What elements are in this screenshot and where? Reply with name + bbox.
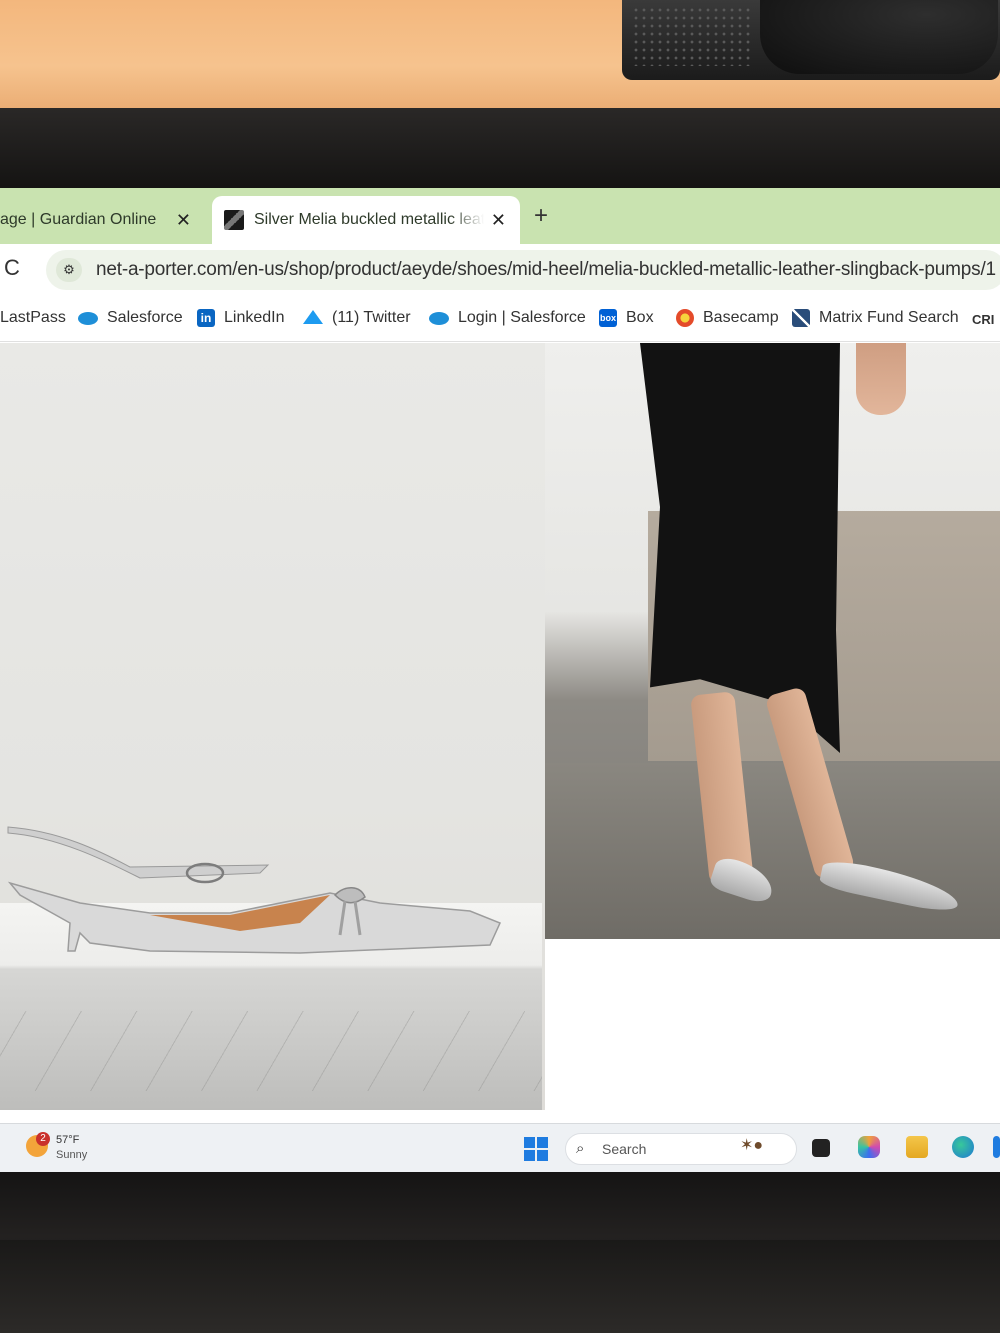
taskbar-app-icon[interactable] bbox=[993, 1136, 1000, 1158]
bookmark-label: LastPass bbox=[0, 309, 66, 326]
search-placeholder: Search bbox=[602, 1141, 647, 1157]
bookmark-login-salesforce[interactable]: Login | Salesforce bbox=[429, 309, 586, 327]
tune-icon[interactable]: ⚙ bbox=[56, 258, 82, 282]
reload-icon[interactable]: C bbox=[4, 255, 20, 281]
copilot-icon[interactable] bbox=[858, 1136, 880, 1158]
webcam-grille bbox=[632, 6, 752, 66]
tab-strip: age | Guardian Online ✕ Silver Melia buc… bbox=[0, 188, 1000, 244]
taskbar: 2 57°F Sunny ⌕ Search ✶● bbox=[0, 1123, 1000, 1174]
tab-net-a-porter[interactable]: Silver Melia buckled metallic leather sl… bbox=[212, 196, 520, 244]
bookmark-label: Salesforce bbox=[107, 309, 183, 326]
bookmark-twitter[interactable]: (11) Twitter bbox=[303, 309, 411, 327]
webcam-lens bbox=[760, 0, 998, 74]
bookmark-label: (11) Twitter bbox=[332, 309, 411, 326]
linkedin-icon: in bbox=[197, 309, 215, 327]
bookmark-linkedin[interactable]: in LinkedIn bbox=[197, 309, 285, 327]
file-explorer-icon[interactable] bbox=[906, 1136, 928, 1158]
url-text[interactable]: net-a-porter.com/en-us/shop/product/aeyd… bbox=[96, 259, 996, 281]
bookmark-label: Basecamp bbox=[703, 309, 779, 326]
salesforce-cloud-icon bbox=[429, 311, 449, 325]
basecamp-icon bbox=[676, 309, 694, 327]
bookmark-lastpass[interactable]: LastPass bbox=[0, 309, 66, 327]
desk-surface bbox=[0, 1240, 1000, 1333]
matrix-icon bbox=[792, 309, 810, 327]
bookmark-label: Matrix Fund Search bbox=[819, 309, 959, 326]
edge-browser-icon[interactable] bbox=[952, 1136, 974, 1158]
bookmark-basecamp[interactable]: Basecamp bbox=[676, 309, 779, 327]
bookmark-box[interactable]: box Box bbox=[599, 309, 654, 327]
screen: age | Guardian Online ✕ Silver Melia buc… bbox=[0, 188, 1000, 1174]
task-view-icon[interactable] bbox=[812, 1139, 830, 1157]
tab-title: Silver Melia buckled metallic leather sl… bbox=[254, 211, 484, 228]
close-icon[interactable]: ✕ bbox=[176, 210, 191, 231]
salesforce-cloud-icon bbox=[78, 311, 98, 325]
search-highlight-icon[interactable]: ✶● bbox=[740, 1135, 763, 1155]
shoe-illustration bbox=[7, 826, 502, 954]
photo-floor bbox=[545, 763, 1000, 939]
bookmark-label: CRI bbox=[972, 312, 995, 327]
product-image-shoe[interactable] bbox=[0, 343, 599, 1110]
bookmark-label: LinkedIn bbox=[224, 309, 285, 326]
box-icon: box bbox=[599, 309, 617, 327]
bookmark-label: Login | Salesforce bbox=[458, 309, 586, 326]
close-icon[interactable]: ✕ bbox=[491, 210, 506, 231]
windows-start-icon[interactable] bbox=[524, 1137, 548, 1161]
weather-description[interactable]: Sunny bbox=[56, 1149, 87, 1161]
tab-title: age | Guardian Online bbox=[0, 211, 157, 228]
address-bar[interactable]: ⚙ net-a-porter.com/en-us/shop/product/ae… bbox=[46, 250, 1000, 290]
bookmark-salesforce[interactable]: Salesforce bbox=[78, 309, 183, 327]
model-hand bbox=[856, 343, 906, 415]
product-gallery bbox=[0, 343, 1000, 1123]
twitter-bird-icon bbox=[303, 310, 323, 324]
weather-badge: 2 bbox=[36, 1132, 50, 1146]
weather-temperature[interactable]: 57°F bbox=[56, 1134, 79, 1146]
marble-veining bbox=[0, 1011, 542, 1091]
bookmark-label: Box bbox=[626, 309, 654, 326]
bookmarks-bar: LastPass Salesforce in LinkedIn (11) Twi… bbox=[0, 298, 1000, 342]
bookmark-cri[interactable]: CRI bbox=[972, 312, 994, 327]
bookmark-matrix-fund-search[interactable]: Matrix Fund Search bbox=[792, 309, 959, 327]
search-icon: ⌕ bbox=[576, 1140, 585, 1157]
tab-guardian[interactable]: age | Guardian Online ✕ bbox=[0, 196, 205, 244]
new-tab-button[interactable]: + bbox=[534, 202, 548, 230]
address-row: C ⚙ net-a-porter.com/en-us/shop/product/… bbox=[0, 244, 1000, 294]
net-a-porter-favicon-icon bbox=[224, 210, 244, 230]
monitor-bezel-top bbox=[0, 108, 1000, 190]
